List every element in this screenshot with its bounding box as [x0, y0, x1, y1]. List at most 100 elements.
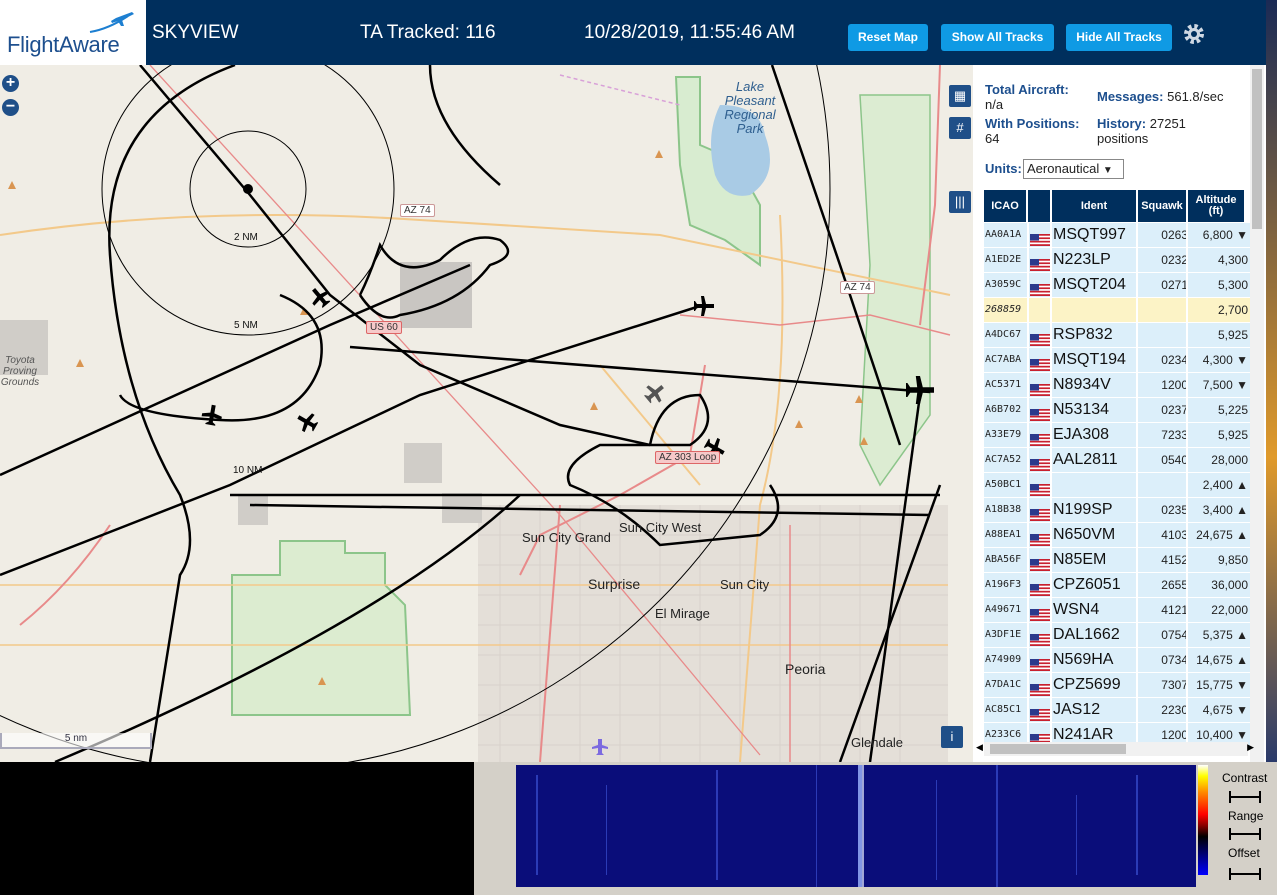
squawk-cell: 7307 — [1161, 678, 1188, 692]
horizontal-scrollbar[interactable]: ◀ ▶ — [976, 742, 1254, 756]
squawk-cell: 2230 — [1161, 703, 1188, 717]
table-row[interactable]: ABA56F N85EM 4152 9,850 — [984, 548, 1252, 572]
table-row[interactable]: 268859 2,700 — [984, 298, 1252, 322]
icao-cell: ABA56F — [985, 554, 1022, 565]
table-row[interactable]: A49671 WSN4 4121 22,000 — [984, 598, 1252, 622]
scroll-thumb[interactable] — [1252, 69, 1262, 229]
us-flag-icon — [1030, 655, 1050, 671]
offset-slider[interactable] — [1229, 868, 1261, 880]
table-row[interactable]: AC5371 N8934V 1200 7,500 ▼ — [984, 373, 1252, 397]
total-aircraft-label: Total Aircraft: — [985, 82, 1069, 97]
place-label: Surprise — [588, 576, 641, 592]
col-icao[interactable]: ICAO — [984, 190, 1026, 222]
table-row[interactable]: A88EA1 N650VM 4103 24,675 ▲ — [984, 523, 1252, 547]
table-row[interactable]: AC7ABA MSQT194 0234 4,300 ▼ — [984, 348, 1252, 372]
table-row[interactable]: A18B38 N199SP 0235 3,400 ▲ — [984, 498, 1252, 522]
messages-stat: Messages: 561.8/sec — [1097, 89, 1223, 104]
table-row[interactable]: A50BC1 2,400 ▲ — [984, 473, 1252, 497]
ident-cell: RSP832 — [1053, 326, 1113, 343]
ident-cell: JAS12 — [1053, 701, 1101, 718]
range-label: Range — [1228, 809, 1264, 823]
units-select[interactable]: Aeronautical ▼ — [1023, 159, 1124, 179]
map-canvas — [0, 65, 951, 762]
contrast-label: Contrast — [1222, 771, 1268, 785]
us-flag-icon — [1030, 580, 1050, 596]
road-label: US 60 — [366, 321, 402, 334]
scroll-thumb[interactable] — [990, 744, 1126, 754]
us-flag-icon — [1030, 455, 1050, 471]
us-flag-icon — [1030, 405, 1050, 421]
units-label: Units: — [985, 161, 1022, 176]
table-row[interactable]: A33E79 EJA308 7233 5,925 — [984, 423, 1252, 447]
table-row[interactable]: A7DA1C CPZ5699 7307 15,775 ▼ — [984, 673, 1252, 697]
place-label: Sun City West — [619, 520, 702, 535]
waterfall-spectrogram — [516, 765, 1196, 887]
history-stat: History: 27251 positions — [1097, 116, 1186, 146]
scroll-right-icon[interactable]: ▶ — [1247, 742, 1254, 753]
contrast-slider[interactable] — [1229, 791, 1261, 803]
icao-cell: AC85C1 — [985, 704, 1022, 715]
top-bar: FlightAware SKYVIEW TA Tracked: 116 10/2… — [0, 0, 1266, 65]
table-row[interactable]: A4DC67 RSP832 5,925 — [984, 323, 1252, 347]
zoom-in-button[interactable]: + — [2, 75, 19, 92]
table-row[interactable]: A196F3 CPZ6051 2655 36,000 — [984, 573, 1252, 597]
reset-map-button[interactable]: Reset Map — [848, 24, 928, 51]
squawk-cell: 0234 — [1161, 353, 1188, 367]
scroll-left-icon[interactable]: ◀ — [976, 742, 983, 753]
table-row[interactable]: A3DF1E DAL1662 0754 5,375 ▲ — [984, 623, 1252, 647]
table-row[interactable]: A1ED2E N223LP 0232 4,300 — [984, 248, 1252, 272]
us-flag-icon — [1030, 505, 1050, 521]
table-row[interactable]: A3059C MSQT204 0271 5,300 — [984, 273, 1252, 297]
altitude-cell: 4,675 ▼ — [1202, 703, 1248, 717]
icao-cell: A49671 — [985, 604, 1022, 615]
map-view[interactable]: Lake Pleasant Regional Park Toyota Provi… — [0, 65, 973, 762]
table-row[interactable]: AC7A52 AAL2811 0540 28,000 — [984, 448, 1252, 472]
us-flag-icon — [1030, 555, 1050, 571]
table-row[interactable]: A6B702 N53134 0237 5,225 — [984, 398, 1252, 422]
background-window-edge — [1266, 0, 1277, 762]
place-label: Glendale — [851, 735, 904, 750]
table-row[interactable]: A74909 N569HA 0734 14,675 ▲ — [984, 648, 1252, 672]
flightaware-logo[interactable]: FlightAware — [0, 0, 146, 65]
with-positions-value: 64 — [985, 131, 1000, 146]
altitude-cell: 15,775 ▼ — [1196, 678, 1248, 692]
altitude-cell: 28,000 — [1211, 453, 1248, 467]
col-ident[interactable]: Ident — [1052, 190, 1136, 222]
ident-cell: DAL1662 — [1053, 626, 1120, 643]
panel-toggle-icon[interactable]: ||| — [949, 191, 971, 213]
ident-cell: N650VM — [1053, 526, 1116, 543]
ident-cell: MSQT194 — [1053, 351, 1126, 368]
grid-toggle-icon[interactable]: # — [949, 117, 971, 139]
range-ring-label: 10 NM — [233, 465, 263, 476]
gear-icon[interactable] — [1182, 22, 1206, 46]
altitude-cell: 4,300 ▼ — [1202, 353, 1248, 367]
altitude-cell: 5,300 — [1217, 278, 1248, 292]
icao-cell: A3059C — [985, 279, 1022, 290]
table-header: ICAO Ident Squawk Altitude (ft) — [984, 190, 1248, 222]
zoom-out-button[interactable]: − — [2, 99, 19, 116]
messages-value: 561.8/sec — [1167, 89, 1224, 104]
show-all-tracks-button[interactable]: Show All Tracks — [941, 24, 1054, 51]
icao-cell: A6B702 — [985, 404, 1022, 415]
ident-cell: CPZ6051 — [1053, 576, 1121, 593]
squawk-cell: 0540 — [1161, 453, 1188, 467]
map-layers-icon[interactable]: ▦ — [949, 85, 971, 107]
ident-cell: N223LP — [1053, 251, 1111, 268]
hide-all-tracks-button[interactable]: Hide All Tracks — [1066, 24, 1172, 51]
col-flag[interactable] — [1028, 190, 1050, 222]
range-slider[interactable] — [1229, 828, 1261, 840]
table-row[interactable]: AC85C1 JAS12 2230 4,675 ▼ — [984, 698, 1252, 722]
col-squawk[interactable]: Squawk — [1138, 190, 1186, 222]
road-label: AZ 303 Loop — [655, 451, 721, 464]
info-button[interactable]: i — [941, 726, 963, 748]
altitude-cell: 5,925 — [1217, 428, 1248, 442]
us-flag-icon — [1030, 255, 1050, 271]
table-row[interactable]: AA0A1A MSQT997 0263 6,800 ▼ — [984, 223, 1252, 247]
us-flag-icon — [1030, 380, 1050, 396]
col-altitude[interactable]: Altitude (ft) — [1188, 190, 1244, 222]
altitude-cell: 2,700 — [1217, 303, 1248, 317]
altitude-cell: 5,225 — [1217, 403, 1248, 417]
ident-cell: CPZ5699 — [1053, 676, 1121, 693]
vertical-scrollbar[interactable] — [1250, 65, 1264, 762]
squawk-cell: 2655 — [1161, 578, 1188, 592]
